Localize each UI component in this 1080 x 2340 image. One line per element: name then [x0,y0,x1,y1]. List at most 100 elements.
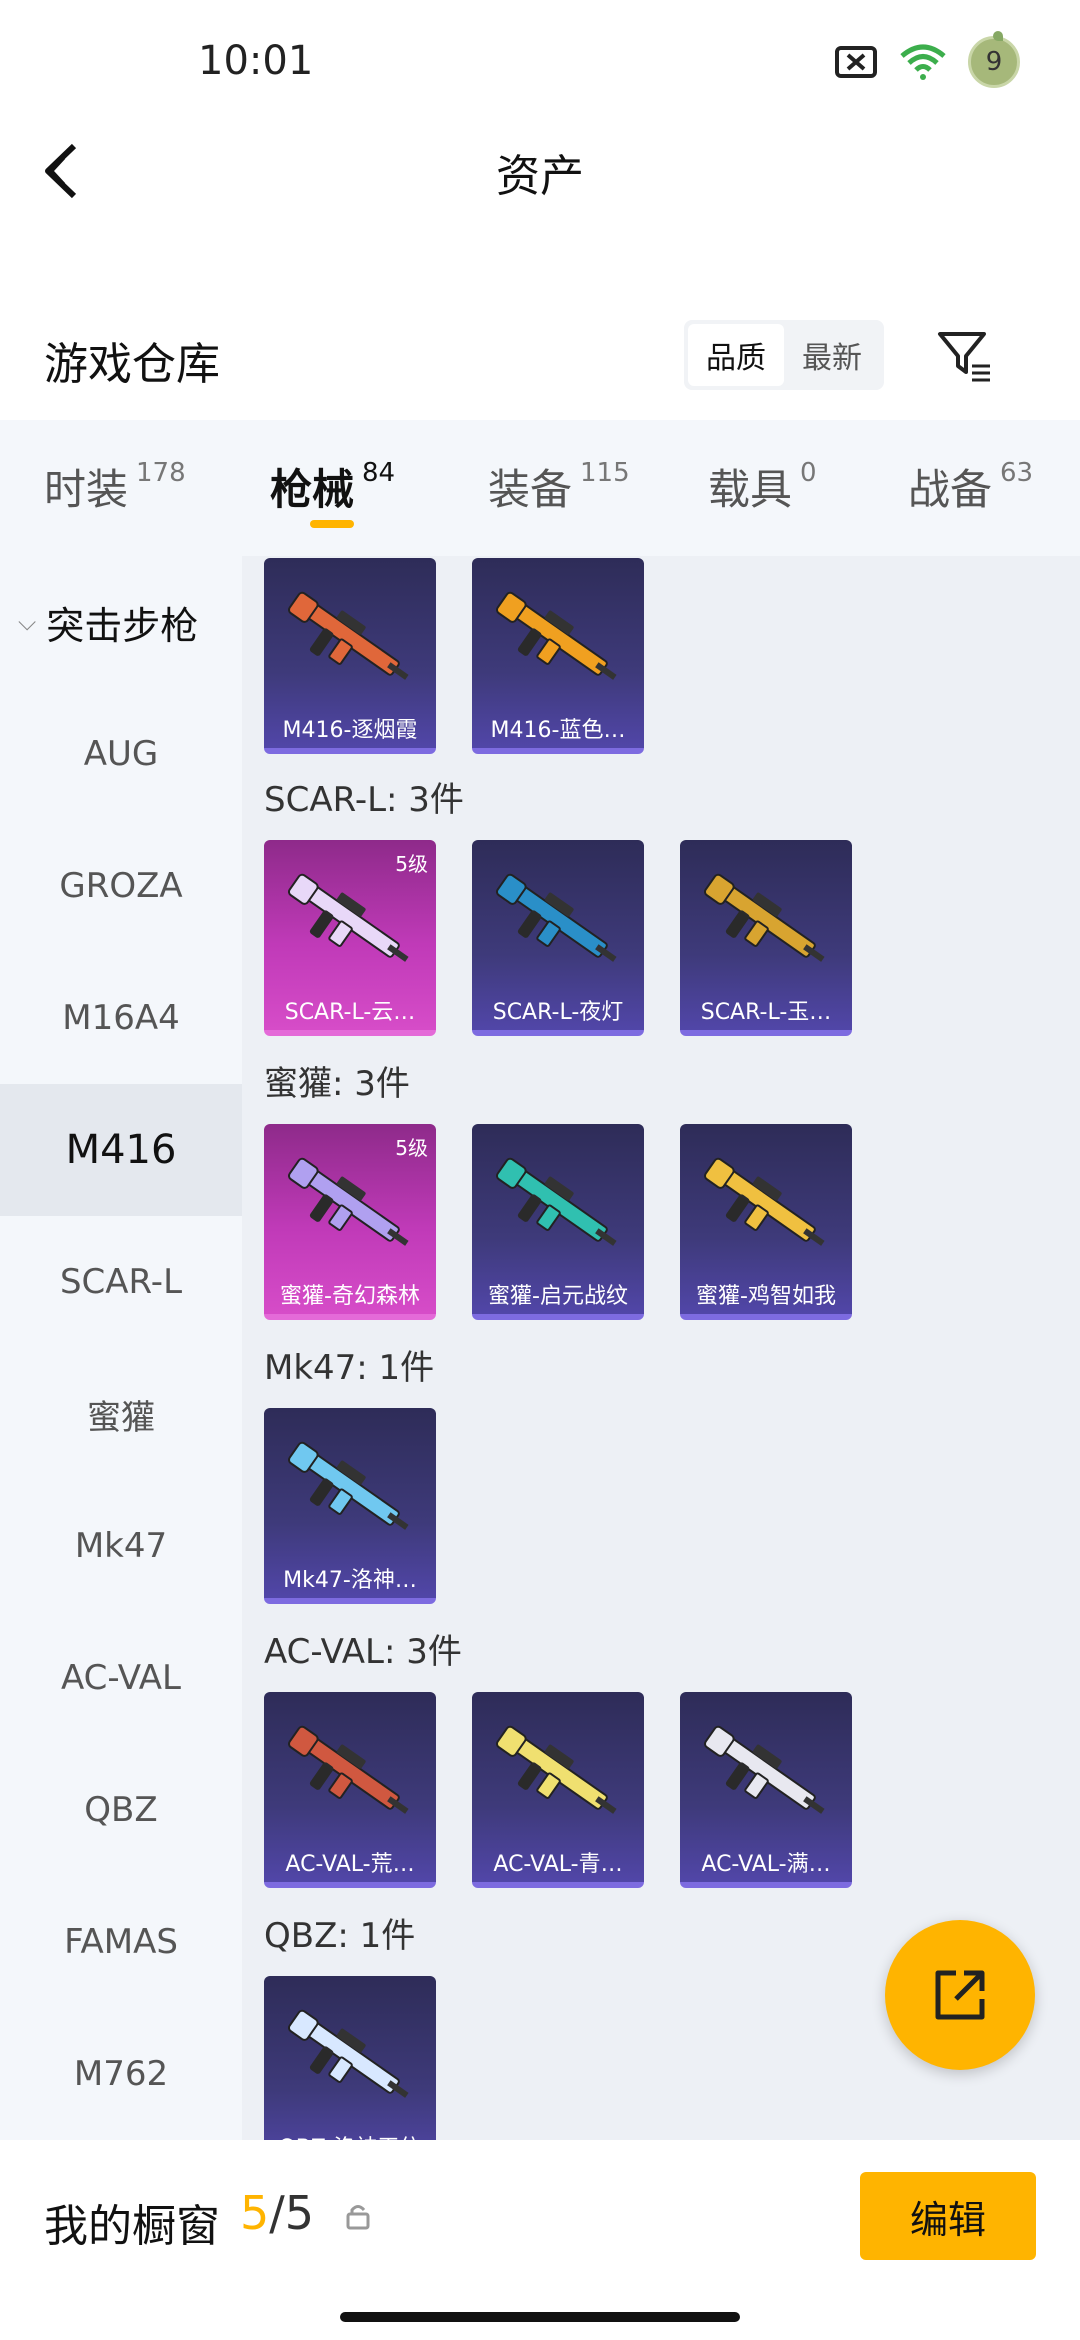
sort-option-quality[interactable]: 品质 [688,324,784,386]
weapon-card[interactable]: 5级 SCAR-L-云… [264,840,436,1036]
sim-off-icon [834,45,878,79]
weapon-card[interactable]: 蜜獾-鸡智如我 [680,1124,852,1320]
rifle-icon [495,1157,617,1246]
sidebar-item-qbz[interactable]: QBZ [0,1744,242,1876]
share-icon [935,1970,985,2020]
rifle-icon [287,2009,409,2098]
weapon-card[interactable]: 蜜獾-启元战纹 [472,1124,644,1320]
weapon-name: SCAR-L-玉… [700,1000,832,1025]
tab-count: 63 [1000,458,1034,488]
showcase-separator: / [269,2186,285,2240]
rifle-icon [495,591,617,680]
sort-option-latest[interactable]: 最新 [784,324,880,386]
tab-equipment[interactable]: 装备 115 [488,456,630,517]
edit-button[interactable]: 编辑 [860,2172,1036,2260]
weapon-name: SCAR-L-云… [284,1000,416,1025]
tab-count: 84 [362,458,396,488]
weapon-name: QBZ-洛神天依 [264,2126,436,2140]
warehouse-header: 游戏仓库 品质 最新 [0,310,1080,410]
tab-count: 178 [136,458,186,488]
weapon-name: AC-VAL-青… [493,1852,623,1877]
weapon-card[interactable]: AC-VAL-青… [472,1692,644,1888]
rifle-icon [287,1157,409,1246]
status-icons: 9 [834,31,1020,88]
weapon-name: 蜜獾-鸡智如我 [696,1284,836,1309]
weapon-card[interactable]: QBZ-洛神天依 [264,1976,436,2140]
share-button[interactable] [885,1920,1035,2070]
weapon-card[interactable]: SCAR-L-夜灯 [472,840,644,1036]
wifi-icon [898,42,948,82]
battery-level: 9 [985,47,1003,77]
rifle-icon [287,1725,409,1814]
showcase-max: 5 [284,2186,315,2240]
lock-icon [344,2202,372,2230]
weapon-name: Mk47-洛神… [283,1568,417,1593]
chevron-down-icon: ⌵ [18,608,37,636]
weapon-card[interactable]: AC-VAL-满… [680,1692,852,1888]
rifle-icon [703,1725,825,1814]
weapon-name: AC-VAL-荒… [285,1852,415,1877]
sidebar-group-label: 突击步枪 [46,603,199,648]
weapon-card[interactable]: AC-VAL-荒… [264,1692,436,1888]
sidebar-item-mk47[interactable]: Mk47 [0,1480,242,1612]
weapon-name: M416-逐烟霞 [282,718,418,743]
showcase-count: 5/5 [240,2186,314,2240]
weapon-card[interactable]: 5级 蜜獾-奇幻森林 [264,1124,436,1320]
section-label: 蜜獾: 3件 [264,1064,410,1104]
rifle-icon [287,1441,409,1530]
tab-fashion[interactable]: 时装 178 [44,456,186,517]
rifle-icon [495,1725,617,1814]
tab-firearms[interactable]: 枪械 84 [270,456,396,528]
rifle-icon [703,1157,825,1246]
tab-label: 枪械 [270,465,355,514]
weapon-name: M416-蓝色… [490,718,626,743]
weapon-card[interactable]: M416-蓝色… [472,558,644,754]
weapon-card[interactable]: M416-逐烟霞 [264,558,436,754]
sidebar-item-aug[interactable]: AUG [0,688,242,820]
section-label: AC-VAL: 3件 [264,1632,462,1672]
rifle-icon [287,591,409,680]
section-label: SCAR-L: 3件 [264,780,464,820]
showcase-current: 5 [240,2186,270,2240]
weapon-name: AC-VAL-满… [701,1852,831,1877]
weapon-grid: M416-逐烟霞 M416-蓝色… SCAR-L: 3件 5级 SCAR-L-云… [242,556,1080,2140]
battery-icon: 9 [968,31,1020,88]
status-bar: 10:01 9 [0,0,1080,120]
page-title: 资产 [496,151,584,202]
sidebar-item-ac-val[interactable]: AC-VAL [0,1612,242,1744]
sidebar-item-honey-badger[interactable]: 蜜獾 [0,1348,242,1480]
weapon-name: 蜜獾-启元战纹 [488,1284,628,1309]
showcase-bar: 我的橱窗 5/5 编辑 [0,2140,1080,2340]
category-tabs: 时装 178 枪械 84 装备 115 载具 0 战备 63 [0,420,1080,556]
rifle-icon [287,873,409,962]
section-label: Mk47: 1件 [264,1348,435,1388]
sidebar-item-groza[interactable]: GROZA [0,820,242,952]
nav-bar: 资产 [0,120,1080,220]
showcase-label: 我的橱窗 [44,2201,220,2252]
sidebar-item-m416[interactable]: M416 [0,1084,242,1216]
tab-label: 战备 [908,465,993,514]
weapon-card[interactable]: Mk47-洛神… [264,1408,436,1604]
tab-label: 载具 [708,465,793,514]
sidebar-item-scar-l[interactable]: SCAR-L [0,1216,242,1348]
sidebar-group-assault-rifles[interactable]: ⌵ 突击步枪 [0,556,242,688]
weapon-name: 蜜獾-奇幻森林 [280,1284,420,1309]
tab-label: 时装 [44,465,129,514]
sidebar-item-m16a4[interactable]: M16A4 [0,952,242,1084]
home-indicator[interactable] [340,2312,740,2322]
filter-icon[interactable] [934,326,994,386]
sort-toggle: 品质 最新 [684,320,884,390]
tab-supplies[interactable]: 战备 63 [908,456,1033,517]
rifle-icon [495,873,617,962]
sidebar-item-famas[interactable]: FAMAS [0,1876,242,2008]
tab-label: 装备 [488,465,573,514]
weapon-sidebar: ⌵ 突击步枪 AUG GROZA M16A4 M416 SCAR-L 蜜獾 Mk… [0,556,242,2140]
tab-vehicles[interactable]: 载具 0 [708,456,817,517]
tab-active-indicator [310,520,354,528]
sidebar-item-m762[interactable]: M762 [0,2008,242,2140]
section-label: QBZ: 1件 [264,1916,416,1956]
warehouse-title: 游戏仓库 [44,339,220,390]
weapon-card[interactable]: SCAR-L-玉… [680,840,852,1036]
tab-count: 115 [580,458,630,488]
weapon-name: SCAR-L-夜灯 [492,1000,624,1025]
